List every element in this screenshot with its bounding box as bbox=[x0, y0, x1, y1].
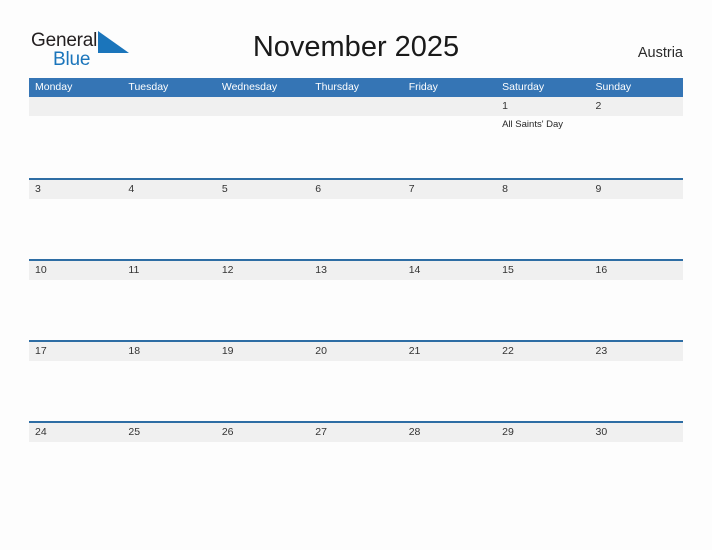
day-number[interactable]: 26 bbox=[216, 423, 309, 442]
weekday-header-row: Monday Tuesday Wednesday Thursday Friday… bbox=[29, 78, 683, 97]
day-number[interactable]: 2 bbox=[590, 97, 683, 116]
weekday-sunday: Sunday bbox=[595, 81, 632, 93]
day-cell[interactable] bbox=[496, 280, 589, 340]
day-events-row bbox=[29, 361, 683, 421]
day-number[interactable]: 17 bbox=[29, 342, 122, 361]
day-cell[interactable] bbox=[590, 116, 683, 176]
day-events-row bbox=[29, 199, 683, 259]
day-number[interactable]: 22 bbox=[496, 342, 589, 361]
weekday-monday: Monday bbox=[35, 81, 73, 93]
day-number[interactable]: 20 bbox=[309, 342, 402, 361]
week-row: 24 25 26 27 28 29 30 bbox=[29, 421, 683, 502]
day-cell[interactable] bbox=[496, 361, 589, 421]
weekday-thursday: Thursday bbox=[315, 81, 360, 93]
day-number[interactable]: 9 bbox=[590, 180, 683, 199]
day-number[interactable] bbox=[29, 97, 122, 116]
day-cell[interactable]: All Saints' Day bbox=[496, 116, 589, 176]
day-number[interactable]: 8 bbox=[496, 180, 589, 199]
day-number[interactable] bbox=[122, 97, 215, 116]
calendar-page: General Blue November 2025 Austria Monda… bbox=[0, 0, 712, 550]
day-number[interactable]: 23 bbox=[590, 342, 683, 361]
day-number[interactable]: 12 bbox=[216, 261, 309, 280]
day-number[interactable]: 5 bbox=[216, 180, 309, 199]
day-cell[interactable] bbox=[309, 199, 402, 259]
day-cell[interactable] bbox=[122, 280, 215, 340]
day-cell[interactable] bbox=[590, 199, 683, 259]
day-cell[interactable] bbox=[496, 199, 589, 259]
day-number[interactable]: 27 bbox=[309, 423, 402, 442]
page-title: November 2025 bbox=[252, 31, 460, 63]
day-number[interactable]: 16 bbox=[590, 261, 683, 280]
day-cell[interactable] bbox=[29, 361, 122, 421]
day-number[interactable]: 30 bbox=[590, 423, 683, 442]
day-events-row: All Saints' Day bbox=[29, 116, 683, 176]
day-cell[interactable] bbox=[403, 442, 496, 502]
day-number[interactable]: 3 bbox=[29, 180, 122, 199]
day-cell[interactable] bbox=[122, 361, 215, 421]
day-cell[interactable] bbox=[309, 280, 402, 340]
calendar-grid: Monday Tuesday Wednesday Thursday Friday… bbox=[29, 78, 683, 502]
day-cell[interactable] bbox=[590, 280, 683, 340]
day-number[interactable]: 1 bbox=[496, 97, 589, 116]
day-number[interactable]: 21 bbox=[403, 342, 496, 361]
day-cell[interactable] bbox=[216, 361, 309, 421]
day-cell[interactable] bbox=[403, 116, 496, 176]
day-number[interactable]: 11 bbox=[122, 261, 215, 280]
day-cell[interactable] bbox=[216, 280, 309, 340]
day-number[interactable]: 13 bbox=[309, 261, 402, 280]
day-cell[interactable] bbox=[590, 442, 683, 502]
date-number-strip: 1 2 bbox=[29, 97, 683, 116]
day-cell[interactable] bbox=[309, 442, 402, 502]
date-number-strip: 24 25 26 27 28 29 30 bbox=[29, 423, 683, 442]
day-number[interactable]: 6 bbox=[309, 180, 402, 199]
week-row: 3 4 5 6 7 8 9 bbox=[29, 178, 683, 259]
day-cell[interactable] bbox=[122, 442, 215, 502]
day-cell[interactable] bbox=[216, 199, 309, 259]
day-cell[interactable] bbox=[122, 116, 215, 176]
holiday-label: All Saints' Day bbox=[502, 119, 564, 130]
date-number-strip: 17 18 19 20 21 22 23 bbox=[29, 342, 683, 361]
region-label: Austria bbox=[637, 45, 683, 61]
day-events-row bbox=[29, 280, 683, 340]
day-number[interactable]: 15 bbox=[496, 261, 589, 280]
date-number-strip: 3 4 5 6 7 8 9 bbox=[29, 180, 683, 199]
day-cell[interactable] bbox=[29, 199, 122, 259]
day-cell[interactable] bbox=[496, 442, 589, 502]
day-number[interactable]: 29 bbox=[496, 423, 589, 442]
day-cell[interactable] bbox=[309, 361, 402, 421]
week-row: 1 2 All Saints' Day bbox=[29, 97, 683, 178]
day-cell[interactable] bbox=[216, 116, 309, 176]
day-cell[interactable] bbox=[122, 199, 215, 259]
day-number[interactable]: 7 bbox=[403, 180, 496, 199]
weekday-friday: Friday bbox=[408, 81, 438, 93]
date-number-strip: 10 11 12 13 14 15 16 bbox=[29, 261, 683, 280]
day-cell[interactable] bbox=[403, 199, 496, 259]
day-number[interactable]: 10 bbox=[29, 261, 122, 280]
day-number[interactable]: 14 bbox=[403, 261, 496, 280]
weekday-saturday: Saturday bbox=[502, 81, 545, 93]
day-cell[interactable] bbox=[590, 361, 683, 421]
day-cell[interactable] bbox=[403, 361, 496, 421]
day-cell[interactable] bbox=[29, 116, 122, 176]
day-cell[interactable] bbox=[309, 116, 402, 176]
weekday-tuesday: Tuesday bbox=[128, 81, 169, 93]
day-number[interactable]: 28 bbox=[403, 423, 496, 442]
day-cell[interactable] bbox=[29, 442, 122, 502]
day-cell[interactable] bbox=[216, 442, 309, 502]
page-header: General Blue November 2025 Austria bbox=[0, 0, 712, 78]
day-number[interactable] bbox=[216, 97, 309, 116]
day-number[interactable]: 4 bbox=[122, 180, 215, 199]
day-number[interactable]: 25 bbox=[122, 423, 215, 442]
day-cell[interactable] bbox=[403, 280, 496, 340]
day-number[interactable]: 18 bbox=[122, 342, 215, 361]
day-number[interactable] bbox=[403, 97, 496, 116]
week-row: 17 18 19 20 21 22 23 bbox=[29, 340, 683, 421]
day-number[interactable]: 24 bbox=[29, 423, 122, 442]
day-number[interactable] bbox=[309, 97, 402, 116]
day-events-row bbox=[29, 442, 683, 502]
week-row: 10 11 12 13 14 15 16 bbox=[29, 259, 683, 340]
weekday-wednesday: Wednesday bbox=[221, 81, 278, 93]
day-number[interactable]: 19 bbox=[216, 342, 309, 361]
day-cell[interactable] bbox=[29, 280, 122, 340]
